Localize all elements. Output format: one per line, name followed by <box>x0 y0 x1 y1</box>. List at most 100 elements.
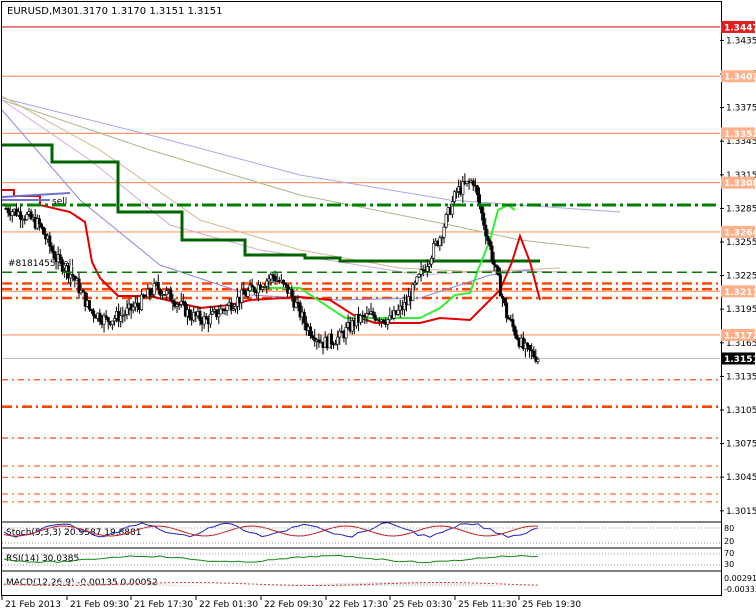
candle-body <box>87 300 91 310</box>
candle-body <box>198 311 202 321</box>
candle-body <box>52 250 56 259</box>
stoch-axis-20: 20 <box>724 537 734 546</box>
candle-body <box>110 320 114 325</box>
rsi-axis-70: 70 <box>724 549 734 558</box>
candle-body <box>290 289 294 297</box>
candle-body <box>233 306 237 310</box>
candle-body <box>37 218 41 225</box>
price-tag-label: 1.3352 <box>724 130 756 140</box>
time-tick-label: 22 Feb 17:30 <box>329 600 388 610</box>
price-tick-label: 1.3225 <box>726 272 756 282</box>
candle-body <box>382 319 386 323</box>
header: EURUSD,M30 1.3170 1.3170 1.3151 1.3151 <box>7 6 223 17</box>
price-tag-label: 1.3264 <box>724 228 756 238</box>
price-tick-label: 1.3285 <box>726 204 756 214</box>
time-tick-label: 21 Feb 17:30 <box>134 600 193 610</box>
candle-body <box>480 205 484 214</box>
candle-body <box>430 258 434 265</box>
order-label-sell[interactable]: sell <box>52 197 67 207</box>
candle-body <box>188 309 192 319</box>
macd-axis-top: 0.00291 <box>724 574 756 583</box>
time-tick-label: 25 Feb 19:30 <box>522 600 581 610</box>
candle-body <box>494 264 498 268</box>
rsi-label: RSI(14) 30.0385 <box>6 554 79 564</box>
macd-axis-bottom: -0.00333 <box>724 585 756 594</box>
candle-body <box>39 223 43 228</box>
candle-body <box>492 260 496 266</box>
price-tag-label: 1.3447 <box>724 23 756 33</box>
candle-body <box>471 180 475 186</box>
candle-body <box>225 305 229 311</box>
candle-body <box>317 339 321 343</box>
price-chart[interactable]: EURUSD,M30 1.3170 1.3170 1.3151 1.3151 s… <box>0 0 756 612</box>
time-tick-label: 25 Feb 11:30 <box>458 600 517 610</box>
candle-body <box>281 279 285 284</box>
candle-body <box>505 302 509 318</box>
candle-body <box>496 266 500 276</box>
candle-body <box>25 214 29 220</box>
price-tick-label: 1.3075 <box>726 440 756 450</box>
chart-window[interactable]: EURUSD,M30 1.3170 1.3170 1.3151 1.3151 s… <box>0 0 756 612</box>
candle-body <box>267 278 271 282</box>
candle-body <box>536 358 540 362</box>
candle-body <box>261 287 265 290</box>
price-tick-label: 1.3045 <box>726 473 756 483</box>
candle-body <box>217 313 221 318</box>
candle-body <box>528 345 532 351</box>
candle-body <box>386 319 390 325</box>
candle-body <box>169 289 173 301</box>
candle-body <box>417 274 421 278</box>
candle-body <box>427 263 431 267</box>
symbol-label: EURUSD,M30 <box>7 6 73 17</box>
candle-body <box>482 212 486 226</box>
price-tick-label: 1.3375 <box>726 104 756 114</box>
order-label-8181455[interactable]: #8181455 sell <box>8 259 74 269</box>
candle-body <box>484 224 488 237</box>
candle-body <box>490 245 494 261</box>
candle-body <box>204 316 208 320</box>
price-tag-label: 1.3151 <box>724 355 756 365</box>
candle-body <box>513 326 517 336</box>
candle-body <box>500 295 504 299</box>
candle-body <box>152 283 156 295</box>
candle-body <box>532 350 536 358</box>
candle-body <box>246 290 250 297</box>
candle-body <box>125 307 129 315</box>
candle-body <box>242 289 246 295</box>
candle-body <box>311 335 315 339</box>
candle-body <box>211 311 215 315</box>
candle-body <box>106 317 110 322</box>
candle-body <box>19 211 23 220</box>
candle-body <box>112 318 116 322</box>
candle-body <box>396 309 400 315</box>
price-tag-label: 1.3308 <box>724 179 756 189</box>
price-tick-label: 1.3015 <box>726 507 756 517</box>
candle-body <box>511 319 515 328</box>
candle-body <box>6 208 10 213</box>
candle-body <box>503 298 507 304</box>
time-tick-label: 21 Feb 2013 <box>5 600 61 610</box>
time-tick-label: 21 Feb 09:30 <box>70 600 129 610</box>
ohlc-label: 1.3170 1.3170 1.3151 1.3151 <box>73 6 223 17</box>
price-tick-label: 1.3255 <box>726 238 756 248</box>
candle-body <box>50 245 54 252</box>
candle-body <box>411 284 415 301</box>
candle-body <box>488 240 492 247</box>
candle-body <box>438 237 442 246</box>
candle-body <box>344 327 348 339</box>
price-axis: 1.34351.34051.33751.33451.33151.32851.32… <box>720 36 756 517</box>
candle-body <box>92 310 96 316</box>
candle-body <box>442 226 446 238</box>
candle-body <box>371 311 375 316</box>
candle-body <box>498 274 502 297</box>
price-tag-label: 1.3403 <box>724 73 756 83</box>
candle-body <box>148 288 152 295</box>
candle-body <box>515 334 519 340</box>
time-tick-label: 22 Feb 01:30 <box>199 600 258 610</box>
time-tick-label: 25 Feb 03:30 <box>393 600 452 610</box>
candle-body <box>135 302 139 307</box>
rsi-axis-30: 30 <box>724 560 734 569</box>
candle-body <box>42 227 46 235</box>
candle-body <box>309 326 313 336</box>
candle-body <box>329 333 333 344</box>
